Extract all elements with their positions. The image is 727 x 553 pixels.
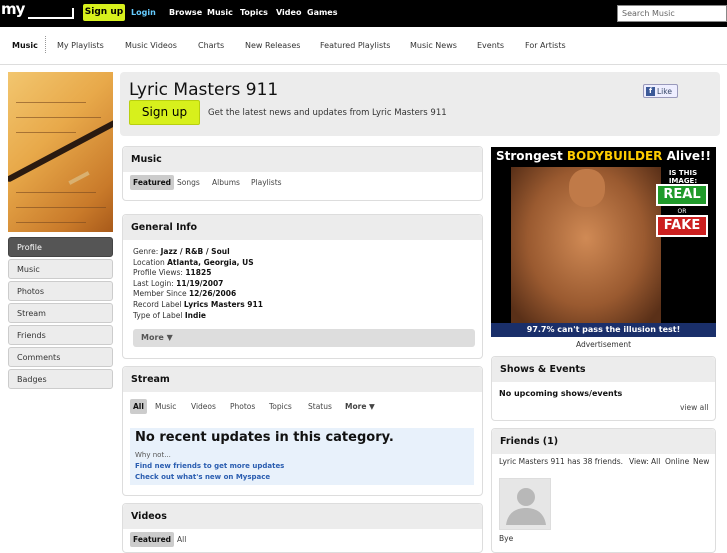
stream-tab-videos[interactable]: Videos	[191, 402, 216, 411]
ad-label: Advertisement	[575, 340, 632, 349]
music-panel: Music	[122, 146, 483, 201]
subnav-music[interactable]: Music	[12, 41, 38, 50]
nav-browse[interactable]: Browse	[169, 8, 202, 17]
logo-text: my	[1, 0, 25, 18]
subnav-featured-playlists[interactable]: Featured Playlists	[320, 41, 390, 50]
facebook-like-button[interactable]: f Like	[643, 84, 678, 98]
music-tab-featured[interactable]: Featured	[130, 175, 175, 190]
stream-empty-heading: No recent updates in this category.	[135, 430, 394, 445]
subnav-music-news[interactable]: Music News	[410, 41, 457, 50]
ad-footer: 97.7% can't pass the illusion test! offi…	[491, 323, 716, 337]
subnav-charts[interactable]: Charts	[198, 41, 224, 50]
sidebar-item-music[interactable]: Music	[8, 259, 113, 279]
ad-or: OR	[677, 208, 687, 215]
stream-tab-topics[interactable]: Topics	[269, 402, 292, 411]
info-row-profile-views: Profile Views: 11825	[133, 268, 212, 278]
info-row-genre: Genre: Jazz / R&B / Soul	[133, 247, 230, 256]
sidebar-item-badges[interactable]: Badges	[8, 369, 113, 389]
pen-image	[8, 107, 113, 183]
subnav-for-artists[interactable]: For Artists	[525, 41, 566, 50]
ad-real-button[interactable]: REAL	[656, 184, 708, 206]
stream-tab-more[interactable]: More ▼	[345, 402, 375, 411]
profile-image[interactable]	[8, 72, 113, 232]
stream-tab-music[interactable]: Music	[155, 402, 176, 411]
subnav-my-playlists[interactable]: My Playlists	[57, 41, 104, 50]
general-info-title: General Info	[123, 215, 482, 240]
shows-title: Shows & Events	[492, 357, 715, 382]
friends-title: Friends (1)	[492, 429, 715, 454]
info-row-record-label: Record Label Lyrics Masters 911	[133, 299, 263, 309]
subnav-events[interactable]: Events	[477, 41, 504, 50]
search-input[interactable]: Search Music	[617, 5, 727, 22]
profile-signup-button[interactable]: Sign up	[129, 100, 200, 125]
stream-why-not: Why not...	[135, 451, 171, 459]
stream-title: Stream	[123, 367, 482, 392]
sidebar-item-photos[interactable]: Photos	[8, 281, 113, 301]
friends-view-new[interactable]: New	[693, 457, 709, 466]
profile-tagline: Get the latest news and updates from Lyr…	[208, 108, 447, 118]
signup-button[interactable]: Sign up	[83, 4, 125, 21]
sidebar-item-profile[interactable]: Profile	[8, 237, 113, 257]
info-row-last-login: Last Login: 11/19/2007	[133, 278, 224, 288]
ad-fake-button[interactable]: FAKE	[656, 215, 708, 237]
friend-name[interactable]: Bye	[499, 534, 513, 543]
subnav-divider	[45, 36, 46, 53]
avatar-placeholder-icon	[506, 488, 546, 525]
videos-tab-all[interactable]: All	[177, 535, 186, 544]
friends-view-label: View:	[629, 457, 649, 466]
more-button[interactable]: More ▼	[133, 329, 475, 347]
stream-tab-all[interactable]: All	[130, 399, 147, 414]
facebook-icon: f	[646, 87, 655, 96]
music-tab-playlists[interactable]: Playlists	[251, 178, 282, 187]
login-link[interactable]: Login	[131, 8, 156, 17]
friend-avatar[interactable]	[499, 478, 551, 530]
stream-tab-photos[interactable]: Photos	[230, 402, 255, 411]
nav-music[interactable]: Music	[207, 8, 233, 17]
sidebar-item-comments[interactable]: Comments	[8, 347, 113, 367]
info-row-label-type: Type of Label Indie	[133, 310, 207, 320]
nav-topics[interactable]: Topics	[240, 8, 268, 17]
sidebar-item-friends[interactable]: Friends	[8, 325, 113, 345]
sidebar-item-stream[interactable]: Stream	[8, 303, 113, 323]
subnav-music-videos[interactable]: Music Videos	[125, 41, 177, 50]
ad-question: IS THIS IMAGE:	[668, 169, 698, 185]
nav-video[interactable]: Video	[276, 8, 301, 17]
friends-view-online[interactable]: Online	[665, 457, 689, 466]
info-row-member-since: Member Since 12/26/2006	[133, 289, 237, 299]
nav-games[interactable]: Games	[307, 8, 338, 17]
friends-view-all[interactable]: All	[651, 457, 660, 466]
videos-title: Videos	[123, 504, 482, 529]
shows-view-all-link[interactable]: view all	[680, 403, 708, 412]
whats-new-link[interactable]: Check out what's new on Myspace	[135, 473, 270, 481]
music-panel-title: Music	[123, 147, 482, 172]
stream-tab-status[interactable]: Status	[308, 402, 332, 411]
friends-summary: Lyric Masters 911 has 38 friends.	[499, 457, 624, 466]
shows-empty: No upcoming shows/events	[499, 389, 623, 398]
info-row-location: Location Atlanta, Georgia, US	[133, 257, 254, 267]
like-label: Like	[657, 87, 672, 96]
myspace-logo[interactable]: my	[0, 0, 76, 22]
profile-name: Lyric Masters 911	[129, 80, 279, 100]
general-info-list: Genre: Jazz / R&B / Soul Location Atlant…	[133, 247, 263, 321]
music-tab-albums[interactable]: Albums	[212, 178, 240, 187]
videos-panel: Videos	[122, 503, 483, 553]
ad-title: Strongest BODYBUILDER Alive!!	[495, 149, 711, 163]
find-friends-link[interactable]: Find new friends to get more updates	[135, 462, 284, 470]
music-tab-songs[interactable]: Songs	[177, 178, 200, 187]
subnav-new-releases[interactable]: New Releases	[245, 41, 300, 50]
stream-empty-box: No recent updates in this category. Why …	[130, 428, 474, 485]
advertisement-banner[interactable]: Strongest BODYBUILDER Alive!! IS THIS IM…	[491, 147, 716, 337]
